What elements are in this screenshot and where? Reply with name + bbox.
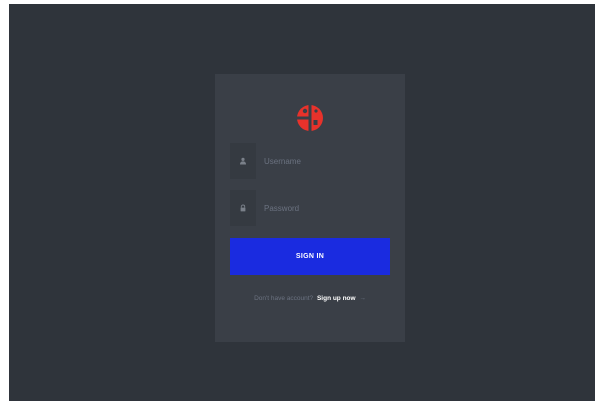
password-field	[230, 190, 390, 226]
login-card: SIGN IN Don't have account? Sign up now …	[215, 74, 405, 342]
sign-up-link[interactable]: Sign up now	[317, 295, 356, 302]
username-input[interactable]	[256, 143, 390, 179]
page-background: SIGN IN Don't have account? Sign up now …	[9, 4, 595, 401]
arrow-right-icon: →	[359, 295, 366, 302]
signup-prompt-text: Don't have account?	[254, 295, 314, 302]
sign-in-button[interactable]: SIGN IN	[230, 238, 390, 275]
username-field	[230, 143, 390, 179]
signup-prompt: Don't have account? Sign up now →	[215, 295, 405, 302]
brand-logo-icon	[296, 98, 324, 138]
user-icon	[230, 143, 256, 179]
password-input[interactable]	[256, 190, 390, 226]
lock-icon	[230, 190, 256, 226]
